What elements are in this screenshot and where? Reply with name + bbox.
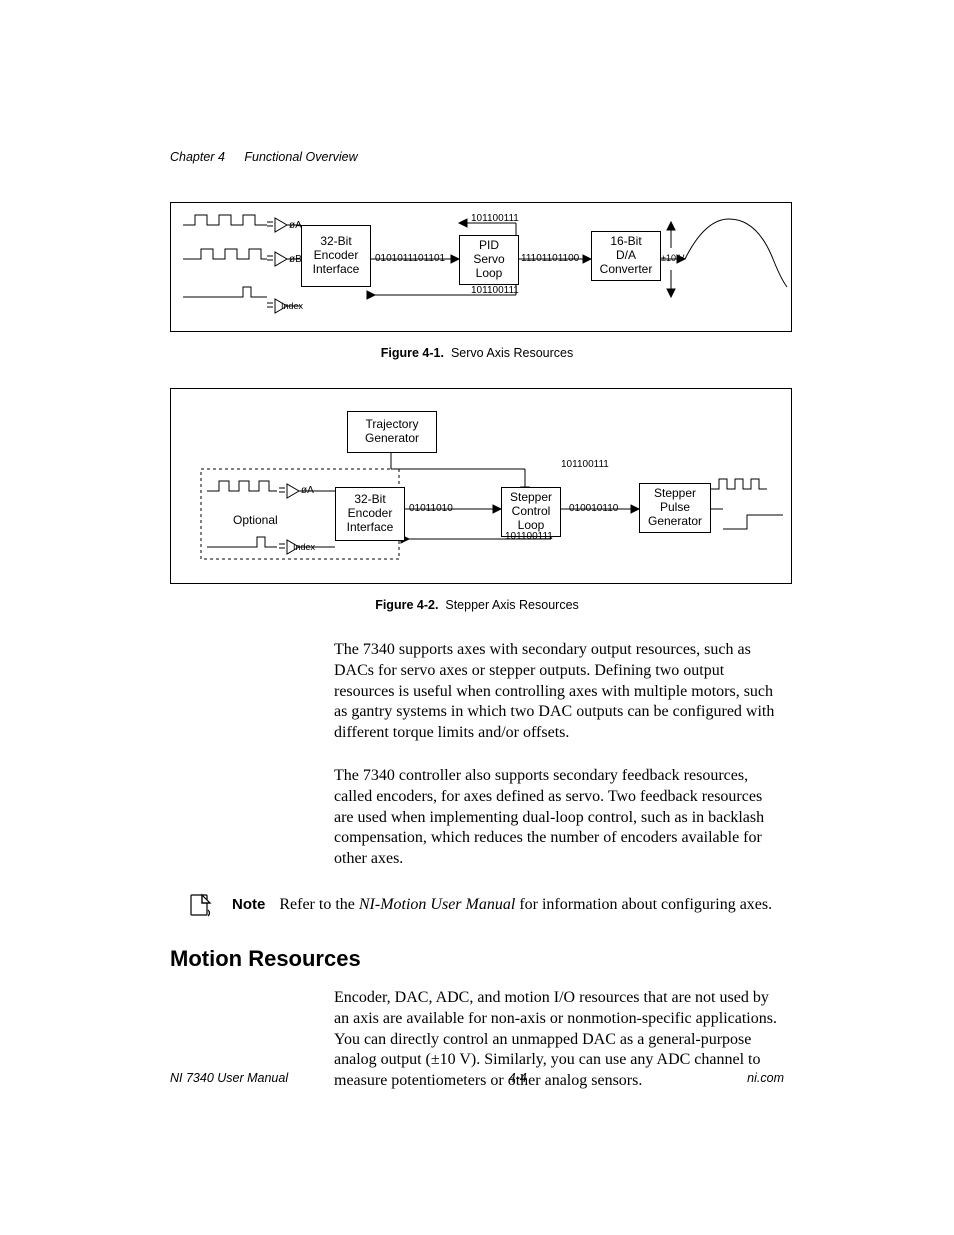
figure1-caption: Figure 4-1. Servo Axis Resources bbox=[170, 346, 784, 360]
chapter-title: Functional Overview bbox=[244, 150, 357, 164]
label-bits-mid: 010010110 bbox=[569, 503, 618, 514]
block-stepper-pulse-generator: StepperPulseGenerator bbox=[639, 483, 711, 533]
label-bits-mid-right: 11101101100 bbox=[521, 253, 579, 264]
block-32bit-encoder-interface: 32-BitEncoderInterface bbox=[301, 225, 371, 287]
note-italic: NI-Motion User Manual bbox=[359, 896, 515, 913]
footer-right: ni.com bbox=[747, 1071, 784, 1085]
figure2-caption-no: Figure 4-2. bbox=[375, 598, 438, 612]
figure-stepper-axis-resources: TrajectoryGenerator 32-BitEncoderInterfa… bbox=[170, 388, 792, 584]
paragraph-2: The 7340 controller also supports second… bbox=[334, 766, 784, 870]
note-after: for information about configuring axes. bbox=[515, 896, 772, 913]
note-icon bbox=[188, 892, 214, 918]
page-footer: NI 7340 User Manual 4-4 ni.com bbox=[170, 1071, 784, 1085]
label-phiA-2: øA bbox=[301, 485, 314, 496]
label-phiA: øA bbox=[289, 220, 302, 231]
label-phiB: øB bbox=[289, 254, 302, 265]
label-pm10v: ±10 V bbox=[661, 253, 684, 263]
note-before: Refer to the bbox=[279, 896, 359, 913]
footer-center: 4-4 bbox=[509, 1071, 527, 1085]
block-trajectory-generator: TrajectoryGenerator bbox=[347, 411, 437, 453]
chapter-number: Chapter 4 bbox=[170, 150, 225, 164]
section-heading-motion-resources: Motion Resources bbox=[170, 946, 784, 972]
block-pid-servo-loop: PIDServoLoop bbox=[459, 235, 519, 285]
block-stepper-control-loop: StepperControlLoop bbox=[501, 487, 561, 537]
figure2-caption: Figure 4-2. Stepper Axis Resources bbox=[170, 598, 784, 612]
note-text: Note Refer to the NI-Motion User Manual … bbox=[232, 895, 772, 916]
figure2-caption-text: Stepper Axis Resources bbox=[445, 598, 578, 612]
label-bits-mid-left: 0101011101101 bbox=[375, 253, 445, 264]
footer-left: NI 7340 User Manual bbox=[170, 1071, 288, 1085]
chapter-header: Chapter 4 Functional Overview bbox=[170, 150, 784, 164]
paragraph-1: The 7340 supports axes with secondary ou… bbox=[334, 640, 784, 744]
figure1-caption-text: Servo Axis Resources bbox=[451, 346, 573, 360]
label-bits-top: 101100111 bbox=[471, 213, 519, 224]
label-index-2: Index bbox=[293, 542, 315, 552]
label-bits-bot-2: 101100111 bbox=[505, 531, 553, 542]
label-bits-bot: 101100111 bbox=[471, 285, 519, 296]
note-label: Note bbox=[232, 896, 265, 913]
page: Chapter 4 Functional Overview bbox=[0, 0, 954, 1235]
block-32bit-encoder-interface-2: 32-BitEncoderInterface bbox=[335, 487, 405, 541]
block-16bit-da-converter: 16-BitD/AConverter bbox=[591, 231, 661, 281]
label-optional: Optional bbox=[233, 513, 278, 527]
label-bits-top-2: 101100111 bbox=[561, 459, 609, 470]
label-bits-left: 01011010 bbox=[409, 503, 453, 514]
figure1-caption-no: Figure 4-1. bbox=[381, 346, 444, 360]
note-row: Note Refer to the NI-Motion User Manual … bbox=[170, 892, 784, 918]
label-index: Index bbox=[281, 301, 303, 311]
figure-servo-axis-resources: 32-BitEncoderInterface PIDServoLoop 16-B… bbox=[170, 202, 792, 332]
